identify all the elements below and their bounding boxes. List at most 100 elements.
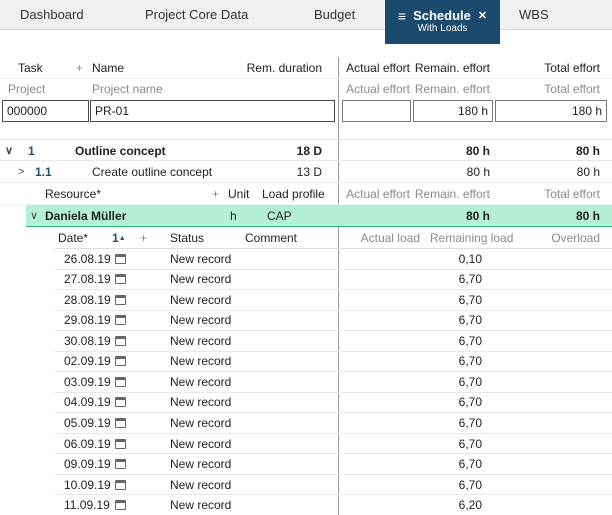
load-date: 10.09.19 xyxy=(64,478,111,492)
col-remaining-load: Remaining load xyxy=(430,227,513,249)
task-row[interactable]: ∨ 1 Outline concept 18 D 80 h 80 h xyxy=(0,139,612,161)
load-remaining: 6,70 xyxy=(459,437,482,451)
calendar-icon[interactable] xyxy=(115,480,126,490)
sort-order: 1 xyxy=(112,231,119,245)
sort-indicator[interactable]: 1▲ xyxy=(112,227,126,250)
sort-asc-icon: ▲ xyxy=(119,235,126,242)
resource-remain-effort: 80 h xyxy=(466,205,490,227)
resource-load-profile: CAP xyxy=(267,205,292,227)
calendar-icon[interactable] xyxy=(115,418,126,428)
load-row[interactable]: 10.09.19 New record 6,70 xyxy=(55,475,612,496)
close-icon[interactable]: ✕ xyxy=(478,9,487,23)
col-total-effort: Total effort xyxy=(544,183,600,205)
tab-schedule-title: ≡ Schedule ✕ xyxy=(398,9,487,23)
load-header: Date* 1▲ + Status Comment Actual load Re… xyxy=(55,227,612,249)
col-actual-effort: Actual effort xyxy=(346,183,410,205)
task-total-effort: 80 h xyxy=(576,140,600,162)
calendar-icon[interactable] xyxy=(115,336,126,346)
task-row[interactable]: > 1.1 Create outline concept 13 D 80 h 8… xyxy=(0,161,612,183)
project-remain-effort-cell[interactable]: 180 h xyxy=(413,100,493,122)
project-number-cell[interactable]: 000000 xyxy=(2,100,89,122)
menu-icon[interactable]: ≡ xyxy=(398,9,406,23)
project-header: Project Project name Actual effort Remai… xyxy=(0,79,612,99)
chevron-down-icon[interactable]: ∨ xyxy=(30,205,38,227)
load-remaining: 6,70 xyxy=(459,293,482,307)
task-name: Outline concept xyxy=(75,140,166,162)
calendar-icon[interactable] xyxy=(115,254,126,264)
load-row[interactable]: 09.09.19 New record 6,70 xyxy=(55,454,612,475)
load-status: New record xyxy=(170,457,231,471)
calendar-icon[interactable] xyxy=(115,315,126,325)
load-remaining: 6,70 xyxy=(459,272,482,286)
load-status: New record xyxy=(170,498,231,512)
calendar-icon[interactable] xyxy=(115,295,126,305)
load-status: New record xyxy=(170,478,231,492)
tab-schedule[interactable]: ≡ Schedule ✕ With Loads xyxy=(385,0,500,44)
load-status: New record xyxy=(170,293,231,307)
col-total-effort: Total effort xyxy=(544,57,600,79)
resource-unit: h xyxy=(230,205,237,227)
load-row[interactable]: 27.08.19 New record 6,70 xyxy=(55,270,612,291)
load-date: 02.09.19 xyxy=(64,354,111,368)
load-remaining: 6,70 xyxy=(459,375,482,389)
load-remaining: 6,70 xyxy=(459,313,482,327)
load-row[interactable]: 30.08.19 New record 6,70 xyxy=(55,331,612,352)
load-row[interactable]: 28.08.19 New record 6,70 xyxy=(55,290,612,311)
calendar-icon[interactable] xyxy=(115,500,126,510)
calendar-icon[interactable] xyxy=(115,356,126,366)
task-remain-effort: 80 h xyxy=(466,140,490,162)
project-name-cell[interactable]: PR-01 xyxy=(90,100,335,122)
load-row[interactable]: 06.09.19 New record 6,70 xyxy=(55,434,612,455)
task-rem-duration: 13 D xyxy=(297,161,322,183)
calendar-icon[interactable] xyxy=(115,377,126,387)
load-row[interactable]: 05.09.19 New record 6,70 xyxy=(55,413,612,434)
calendar-icon[interactable] xyxy=(115,397,126,407)
tab-schedule-sublabel: With Loads xyxy=(417,23,467,35)
load-date: 11.09.19 xyxy=(64,498,110,512)
chevron-right-icon[interactable]: > xyxy=(18,161,24,183)
task-rem-duration: 18 D xyxy=(297,140,322,162)
add-load-icon[interactable]: + xyxy=(140,227,147,249)
load-date: 27.08.19 xyxy=(64,272,111,286)
load-date: 30.08.19 xyxy=(64,334,111,348)
calendar-icon[interactable] xyxy=(115,459,126,469)
load-date: 09.09.19 xyxy=(64,457,111,471)
col-overload: Overload xyxy=(551,227,600,249)
project-row: 000000 PR-01 180 h 180 h xyxy=(0,99,612,124)
load-remaining: 6,70 xyxy=(459,334,482,348)
project-total-effort-cell[interactable]: 180 h xyxy=(495,100,607,122)
load-row[interactable]: 03.09.19 New record 6,70 xyxy=(55,372,612,393)
load-date: 26.08.19 xyxy=(64,252,111,266)
project-actual-effort-cell[interactable] xyxy=(342,100,411,122)
add-task-icon[interactable]: + xyxy=(76,57,83,79)
resource-name: Daniela Müller xyxy=(45,205,126,227)
load-row[interactable]: 02.09.19 New record 6,70 xyxy=(55,352,612,373)
calendar-icon[interactable] xyxy=(115,439,126,449)
tab-bar: Dashboard Project Core Data Budget WBS xyxy=(0,0,612,30)
load-status: New record xyxy=(170,437,231,451)
calendar-icon[interactable] xyxy=(115,274,126,284)
tab-wbs[interactable]: WBS xyxy=(519,0,549,30)
task-number: 1.1 xyxy=(35,161,52,183)
tab-dashboard[interactable]: Dashboard xyxy=(20,0,84,30)
load-row[interactable]: 11.09.19 New record 6,20 xyxy=(55,495,612,515)
col-unit: Unit xyxy=(228,183,249,205)
load-date: 28.08.19 xyxy=(64,293,111,307)
col-resource: Resource* xyxy=(45,183,101,205)
col-rem-duration: Rem. duration xyxy=(247,57,322,79)
col-project-name: Project name xyxy=(92,79,163,99)
resource-row-selected[interactable]: ∨ Daniela Müller h CAP 80 h 80 h xyxy=(26,205,612,227)
load-status: New record xyxy=(170,395,231,409)
load-date: 03.09.19 xyxy=(64,375,111,389)
load-row[interactable]: 29.08.19 New record 6,70 xyxy=(55,311,612,332)
tab-budget[interactable]: Budget xyxy=(314,0,355,30)
load-status: New record xyxy=(170,416,231,430)
load-status: New record xyxy=(170,252,231,266)
load-row[interactable]: 26.08.19 New record 0,10 xyxy=(55,249,612,270)
chevron-down-icon[interactable]: ∨ xyxy=(5,140,13,162)
tab-project-core-data[interactable]: Project Core Data xyxy=(145,0,248,30)
add-resource-icon[interactable]: + xyxy=(212,183,219,205)
col-project: Project xyxy=(8,79,45,99)
load-row[interactable]: 04.09.19 New record 6,70 xyxy=(55,393,612,414)
col-task: Task xyxy=(18,57,43,79)
